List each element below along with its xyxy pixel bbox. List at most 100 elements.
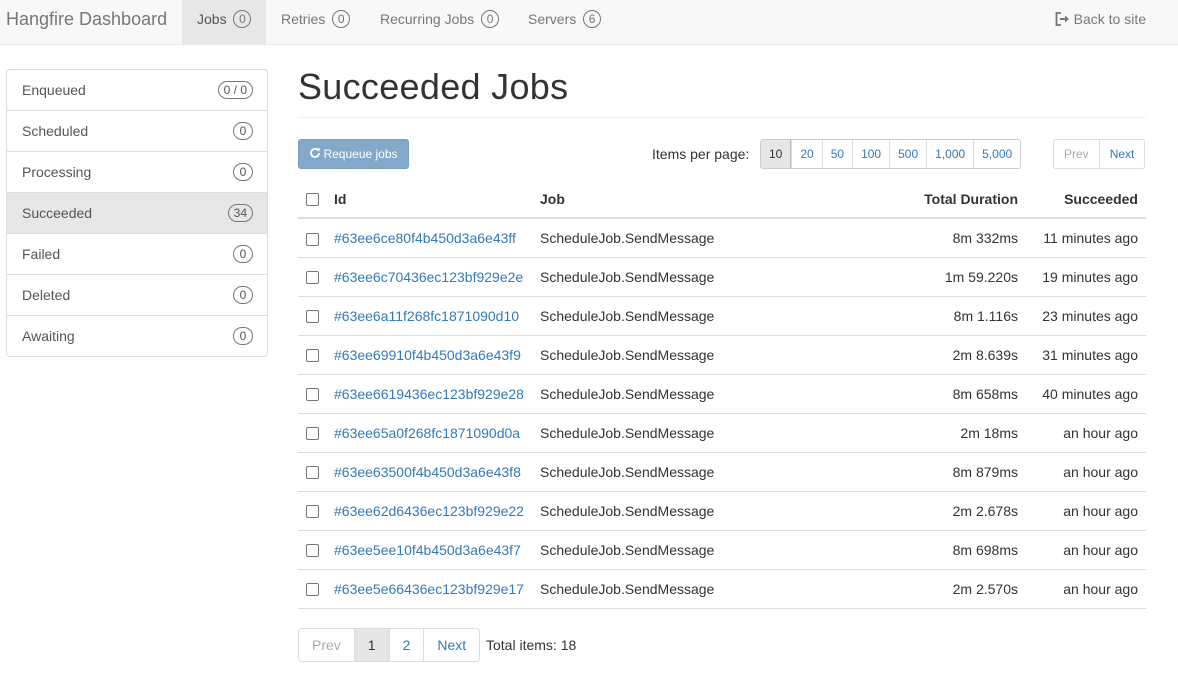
select-all-checkbox[interactable] <box>306 192 319 206</box>
items-per-page-label: Items per page: <box>652 146 750 162</box>
job-name-cell: ScheduleJob.SendMessage <box>532 296 826 336</box>
sidebar-item-processing[interactable]: Processing 0 <box>7 151 267 192</box>
job-id-link[interactable]: #63ee69910f4b450d3a6e43f9 <box>334 347 521 363</box>
job-name-cell: ScheduleJob.SendMessage <box>532 452 826 492</box>
job-name-cell: ScheduleJob.SendMessage <box>532 413 826 453</box>
bottom-next-button[interactable]: Next <box>423 629 479 661</box>
total-duration-cell: 8m 698ms <box>826 530 1026 570</box>
sidebar-item-awaiting[interactable]: Awaiting 0 <box>7 315 267 356</box>
job-id-link[interactable]: #63ee6619436ec123bf929e28 <box>334 386 524 402</box>
succeeded-time-cell: 40 minutes ago <box>1026 374 1146 414</box>
sidebar-item-badge: 0 <box>233 286 253 304</box>
job-name-cell: ScheduleJob.SendMessage <box>532 374 826 414</box>
refresh-icon <box>310 148 321 158</box>
total-duration-cell: 8m 332ms <box>826 218 1026 258</box>
page-size-10[interactable]: 10 <box>761 140 792 168</box>
row-check-cell <box>298 296 326 336</box>
brand-link[interactable]: Hangfire Dashboard <box>6 0 167 44</box>
row-check-cell <box>298 491 326 531</box>
job-id-cell: #63ee65a0f268fc1871090d0a <box>326 413 532 453</box>
succeeded-time-cell: an hour ago <box>1026 491 1146 531</box>
nav-retries-badge: 0 <box>332 10 351 28</box>
nav-retries[interactable]: Retries 0 <box>266 0 365 44</box>
sidebar-item-label: Failed <box>22 246 61 262</box>
top-prev-button[interactable]: Prev <box>1054 140 1099 168</box>
row-checkbox[interactable] <box>306 310 319 324</box>
job-id-cell: #63ee69910f4b450d3a6e43f9 <box>326 335 532 375</box>
row-checkbox[interactable] <box>306 388 319 402</box>
nav-servers-badge: 6 <box>583 10 602 28</box>
row-checkbox[interactable] <box>306 271 319 285</box>
total-duration-cell: 8m 879ms <box>826 452 1026 492</box>
nav-servers[interactable]: Servers 6 <box>513 0 616 44</box>
table-row: #63ee5e66436ec123bf929e17 ScheduleJob.Se… <box>298 569 1146 609</box>
page-size-1000[interactable]: 1,000 <box>926 140 974 168</box>
page-size-5000[interactable]: 5,000 <box>973 140 1021 168</box>
job-id-link[interactable]: #63ee5ee10f4b450d3a6e43f7 <box>334 542 521 558</box>
job-id-cell: #63ee6ce80f4b450d3a6e43ff <box>326 218 532 258</box>
succeeded-time-cell: an hour ago <box>1026 530 1146 570</box>
job-id-link[interactable]: #63ee5e66436ec123bf929e17 <box>334 581 524 597</box>
sidebar-item-succeeded[interactable]: Succeeded 34 <box>7 192 267 233</box>
job-id-link[interactable]: #63ee63500f4b450d3a6e43f8 <box>334 464 521 480</box>
row-checkbox[interactable] <box>306 466 319 480</box>
column-header-job: Job <box>532 180 826 219</box>
nav-recurring-jobs-badge: 0 <box>481 10 500 28</box>
sidebar-item-badge: 0 <box>233 163 253 181</box>
top-navbar: Hangfire Dashboard Jobs 0 Retries 0 Recu… <box>0 0 1178 45</box>
top-next-button[interactable]: Next <box>1098 140 1145 168</box>
job-name-cell: ScheduleJob.SendMessage <box>532 491 826 531</box>
row-checkbox[interactable] <box>306 232 319 246</box>
row-check-cell <box>298 218 326 258</box>
row-check-cell <box>298 569 326 609</box>
row-checkbox[interactable] <box>306 583 319 597</box>
job-id-cell: #63ee6a11f268fc1871090d10 <box>326 296 532 336</box>
sidebar-item-failed[interactable]: Failed 0 <box>7 233 267 274</box>
nav-retries-label: Retries <box>281 11 326 27</box>
requeue-jobs-button[interactable]: Requeue jobs <box>298 139 409 169</box>
jobs-table: Id Job Total Duration Succeeded #63ee6ce… <box>298 180 1146 609</box>
nav-recurring-jobs[interactable]: Recurring Jobs 0 <box>365 0 514 44</box>
row-checkbox[interactable] <box>306 427 319 441</box>
page-size-500[interactable]: 500 <box>889 140 927 168</box>
sidebar-item-label: Scheduled <box>22 123 89 139</box>
job-id-link[interactable]: #63ee6ce80f4b450d3a6e43ff <box>334 230 516 246</box>
job-id-link[interactable]: #63ee62d6436ec123bf929e22 <box>334 503 524 519</box>
page-1-button[interactable]: 1 <box>353 629 389 661</box>
page-size-50[interactable]: 50 <box>821 140 853 168</box>
sidebar-item-label: Succeeded <box>22 205 93 221</box>
sidebar-item-badge: 34 <box>227 204 253 222</box>
job-id-link[interactable]: #63ee6a11f268fc1871090d10 <box>334 308 519 324</box>
sidebar-item-deleted[interactable]: Deleted 0 <box>7 274 267 315</box>
total-duration-cell: 8m 1.116s <box>826 296 1026 336</box>
sidebar-item-enqueued[interactable]: Enqueued 0 / 0 <box>7 70 267 110</box>
sidebar-item-badge: 0 <box>233 245 253 263</box>
total-duration-cell: 8m 658ms <box>826 374 1026 414</box>
column-header-id: Id <box>326 180 532 219</box>
table-row: #63ee65a0f268fc1871090d0a ScheduleJob.Se… <box>298 413 1146 453</box>
row-checkbox[interactable] <box>306 505 319 519</box>
page-size-100[interactable]: 100 <box>852 140 890 168</box>
sidebar-item-badge: 0 / 0 <box>217 81 253 99</box>
column-header-succeeded: Succeeded <box>1026 180 1146 219</box>
back-to-site-link[interactable]: Back to site <box>1055 0 1146 44</box>
job-id-link[interactable]: #63ee65a0f268fc1871090d0a <box>334 425 520 441</box>
bottom-prev-button[interactable]: Prev <box>299 629 354 661</box>
row-checkbox[interactable] <box>306 544 319 558</box>
sidebar-item-scheduled[interactable]: Scheduled 0 <box>7 110 267 151</box>
total-duration-cell: 2m 2.678s <box>826 491 1026 531</box>
succeeded-time-cell: an hour ago <box>1026 413 1146 453</box>
page-size-20[interactable]: 20 <box>791 140 822 168</box>
total-duration-cell: 2m 18ms <box>826 413 1026 453</box>
succeeded-time-cell: 23 minutes ago <box>1026 296 1146 336</box>
table-row: #63ee63500f4b450d3a6e43f8 ScheduleJob.Se… <box>298 452 1146 492</box>
nav-servers-label: Servers <box>528 11 577 27</box>
row-checkbox[interactable] <box>306 349 319 363</box>
job-id-cell: #63ee5ee10f4b450d3a6e43f7 <box>326 530 532 570</box>
nav-jobs[interactable]: Jobs 0 <box>182 0 267 44</box>
job-id-link[interactable]: #63ee6c70436ec123bf929e2e <box>334 269 523 285</box>
page-2-button[interactable]: 2 <box>388 629 424 661</box>
job-name-cell: ScheduleJob.SendMessage <box>532 257 826 297</box>
page-title: Succeeded Jobs <box>298 66 569 107</box>
title-divider <box>298 117 1146 118</box>
